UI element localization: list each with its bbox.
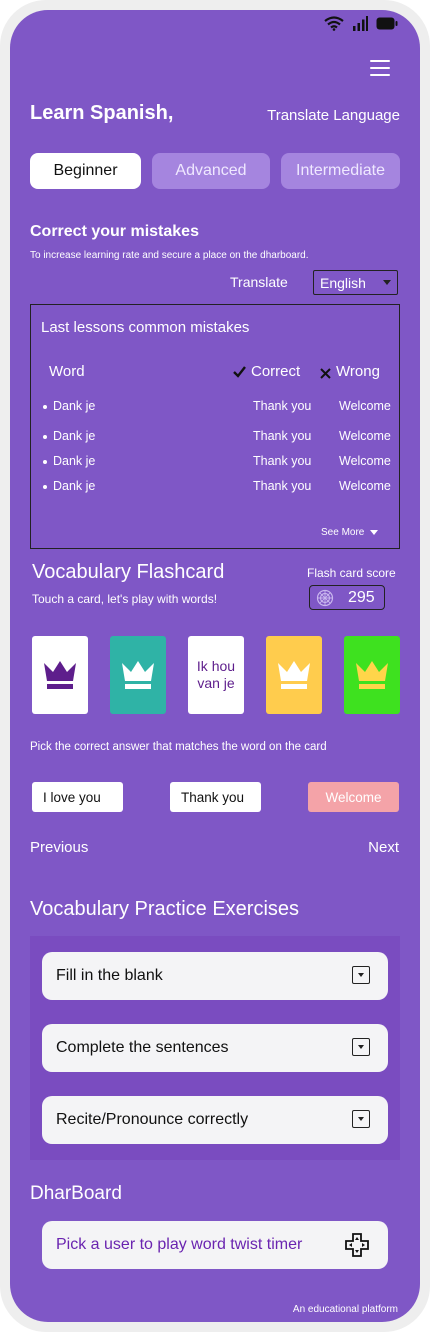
answer-button-2[interactable]: Thank you — [170, 782, 261, 812]
row-wrong: Welcome — [339, 399, 391, 413]
mistakes-title: Correct your mistakes — [30, 223, 199, 240]
level-beginner-button[interactable]: Beginner — [30, 153, 141, 189]
row-correct: Thank you — [253, 399, 312, 413]
column-header-correct: Correct — [233, 363, 300, 380]
row-correct: Thank you — [253, 454, 312, 468]
pick-user-button[interactable]: Pick a user to play word twist timer — [42, 1221, 388, 1269]
exercise-label: Complete the sentences — [56, 1039, 229, 1056]
answer-button-3[interactable]: Welcome — [308, 782, 399, 812]
level-intermediate-button[interactable]: Intermediate — [281, 153, 400, 189]
flashcard-word: Ik hou van je — [196, 658, 236, 691]
bullet-icon — [43, 460, 47, 464]
crown-icon — [356, 661, 388, 689]
footer-text: An educational platform — [292, 1304, 398, 1315]
exercise-complete-sentences[interactable]: Complete the sentences — [42, 1024, 388, 1072]
signal-icon — [353, 16, 368, 31]
cross-icon — [320, 367, 331, 379]
caret-down-icon — [370, 530, 379, 535]
mistakes-table: Last lessons common mistakes Word Correc… — [30, 304, 400, 549]
flashcard-1[interactable] — [32, 636, 88, 714]
language-select[interactable]: English — [313, 270, 398, 295]
flashcard-subtitle: Touch a card, let's play with words! — [32, 592, 218, 606]
flashcard-score-label: Flash card score — [307, 566, 396, 580]
flashcard-instruction: Pick the correct answer that matches the… — [30, 741, 327, 753]
bullet-icon — [43, 485, 47, 489]
flashcard-3[interactable]: Ik hou van je — [188, 636, 244, 714]
see-more-button[interactable]: See More — [321, 527, 379, 538]
target-icon — [316, 589, 334, 606]
exercise-label: Fill in the blank — [56, 967, 163, 984]
mistakes-box-title: Last lessons common mistakes — [41, 319, 250, 336]
dropdown-icon[interactable] — [352, 1110, 370, 1128]
flashcard-5[interactable] — [344, 636, 400, 714]
battery-icon — [376, 17, 398, 30]
crown-icon — [44, 661, 76, 689]
row-correct: Thank you — [253, 479, 312, 493]
exercise-recite[interactable]: Recite/Pronounce correctly — [42, 1096, 388, 1144]
row-wrong: Welcome — [339, 479, 391, 493]
language-select-value: English — [320, 274, 366, 291]
crown-icon — [278, 661, 310, 689]
level-advanced-button[interactable]: Advanced — [152, 153, 270, 189]
row-word: Dank je — [53, 479, 96, 493]
translate-label: Translate — [230, 274, 288, 290]
hamburger-menu-icon[interactable] — [370, 60, 390, 76]
flashcard-4[interactable] — [266, 636, 322, 714]
previous-button[interactable]: Previous — [30, 839, 88, 856]
translate-language-link[interactable]: Translate Language — [267, 107, 400, 124]
dropdown-icon[interactable] — [352, 966, 370, 984]
flashcard-score-value: 295 — [348, 588, 375, 606]
row-word: Dank je — [53, 399, 96, 413]
bullet-icon — [43, 435, 47, 439]
check-icon — [233, 365, 246, 378]
status-bar — [324, 16, 398, 31]
wifi-icon — [324, 16, 344, 31]
flashcard-title: Vocabulary Flashcard — [32, 561, 225, 583]
practice-title: Vocabulary Practice Exercises — [30, 898, 300, 920]
row-wrong: Welcome — [339, 429, 391, 443]
flashcard-score: 295 — [309, 585, 385, 610]
pick-user-label: Pick a user to play word twist timer — [56, 1236, 303, 1253]
exercise-label: Recite/Pronounce correctly — [56, 1111, 249, 1128]
mistakes-subtitle: To increase learning rate and secure a p… — [30, 250, 309, 261]
exercise-fill-blank[interactable]: Fill in the blank — [42, 952, 388, 1000]
see-more-label: See More — [321, 527, 365, 538]
column-header-wrong-label: Wrong — [336, 363, 380, 380]
column-header-word: Word — [49, 363, 85, 380]
row-wrong: Welcome — [339, 454, 391, 468]
answer-button-1[interactable]: I love you — [32, 782, 123, 812]
next-button[interactable]: Next — [368, 839, 399, 856]
row-correct: Thank you — [253, 429, 312, 443]
app-screen: Learn Spanish, Translate Language Beginn… — [10, 10, 420, 1322]
row-word: Dank je — [53, 429, 96, 443]
dropdown-icon[interactable] — [352, 1038, 370, 1056]
page-title: Learn Spanish, — [30, 102, 174, 124]
column-header-correct-label: Correct — [251, 363, 301, 380]
practice-list: Fill in the blank Complete the sentences… — [30, 936, 400, 1160]
flashcard-2[interactable] — [110, 636, 166, 714]
gamepad-icon — [345, 1233, 369, 1257]
crown-icon — [122, 661, 154, 689]
chevron-down-icon — [383, 280, 391, 285]
row-word: Dank je — [53, 454, 96, 468]
dharboard-title: DharBoard — [30, 1183, 122, 1204]
bullet-icon — [43, 405, 47, 409]
column-header-wrong: Wrong — [320, 363, 380, 380]
